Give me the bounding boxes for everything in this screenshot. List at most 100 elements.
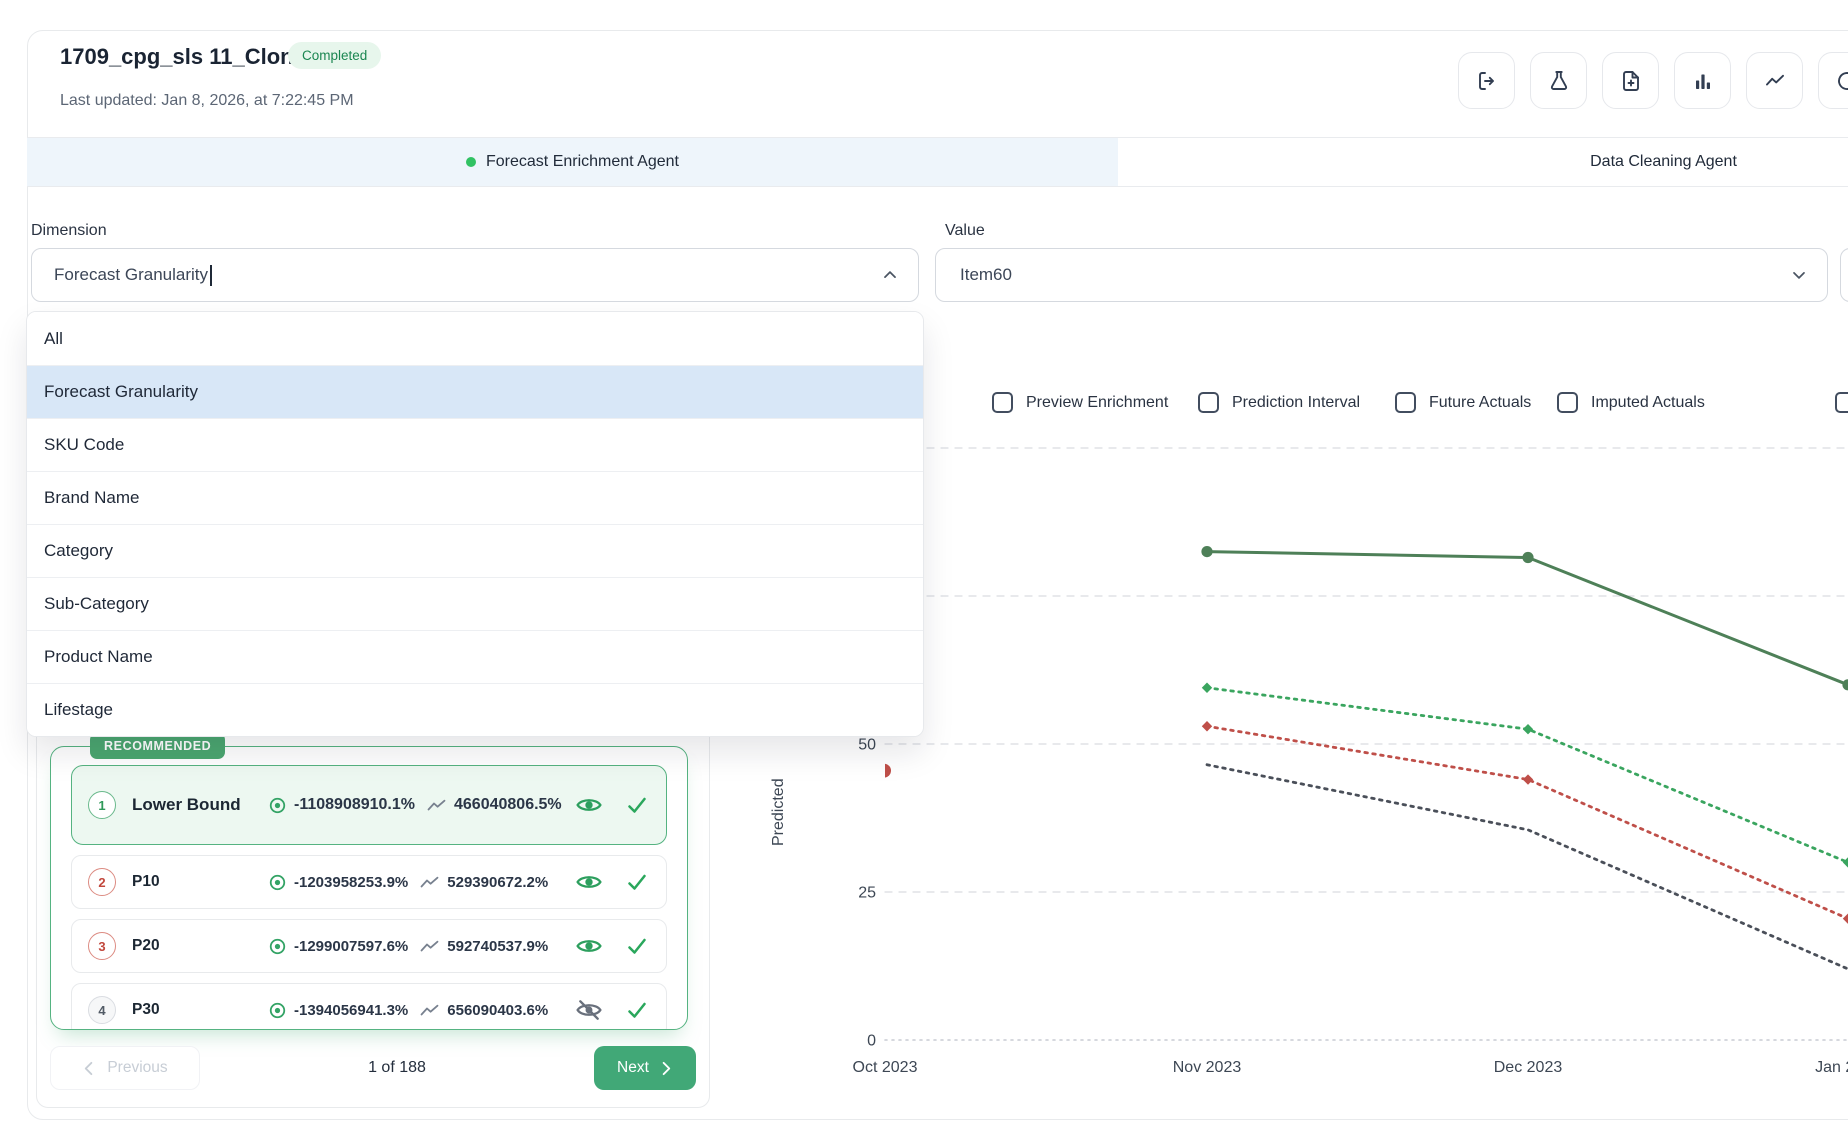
dropdown-option-sub-category[interactable]: Sub-Category [27, 577, 923, 630]
model-row-p30[interactable]: 4P30-1394056941.3%656090403.6% [71, 983, 667, 1030]
add-report-button[interactable] [1602, 52, 1659, 109]
x-tick-label: Dec 2023 [1494, 1059, 1563, 1076]
checkbox-box [992, 392, 1013, 413]
checkbox-preview-enrichment[interactable]: Preview Enrichment [992, 392, 1168, 413]
dropdown-option-category[interactable]: Category [27, 524, 923, 577]
eye-icon[interactable] [574, 936, 604, 956]
tab-label: Data Cleaning Agent [1590, 153, 1737, 171]
active-tab-dot-icon [466, 157, 476, 167]
checkbox-future-actuals[interactable]: Future Actuals [1395, 392, 1531, 413]
dimension-input-text: Forecast Granularity [54, 265, 208, 285]
dropdown-option-all[interactable]: All [27, 312, 923, 365]
eye-off-icon[interactable] [574, 1000, 604, 1020]
metric-2-value: 656090403.6% [447, 1002, 548, 1019]
series-dotted-red [1207, 726, 1848, 918]
target-icon [268, 796, 287, 815]
check-icon[interactable] [624, 1000, 650, 1020]
dropdown-option-lifestage[interactable]: Lifestage [27, 683, 923, 736]
status-badge: Completed [288, 42, 381, 69]
experiment-flask-button[interactable] [1530, 52, 1587, 109]
check-icon[interactable] [624, 936, 650, 956]
trend-icon [420, 939, 440, 954]
dropdown-option-brand-name[interactable]: Brand Name [27, 471, 923, 524]
model-list-container: 1Lower Bound-1108908910.1%466040806.5%2P… [50, 746, 688, 1030]
y-axis-title: Predicted [770, 736, 794, 846]
model-metrics: -1108908910.1%466040806.5% [268, 796, 566, 815]
series-solid-green-marker [1201, 546, 1212, 557]
checkbox-clipped[interactable] [1835, 392, 1848, 413]
toolbar [1458, 52, 1848, 109]
trend-line-button[interactable] [1746, 52, 1803, 109]
model-row-p10[interactable]: 2 P10 -1203958253.9% 529390672.2% [71, 855, 667, 909]
previous-button[interactable]: Previous [50, 1046, 200, 1090]
series-dotted-green-marker [1843, 857, 1848, 867]
x-tick-label: Oct 2023 [853, 1059, 918, 1076]
export-icon [1475, 69, 1499, 93]
tab-data-cleaning-agent[interactable]: Data Cleaning Agent [1118, 138, 1848, 186]
dropdown-option-sku-code[interactable]: SKU Code [27, 418, 923, 471]
model-metrics: -1394056941.3%656090403.6% [268, 1001, 566, 1020]
series-solid-green-marker [1522, 552, 1533, 563]
next-label: Next [617, 1059, 649, 1077]
chevron-right-icon [658, 1061, 673, 1076]
model-name: P30 [132, 1001, 268, 1019]
checkbox-box [1557, 392, 1578, 413]
trend-icon [420, 875, 440, 890]
checkbox-label: Future Actuals [1429, 394, 1531, 412]
refresh-button[interactable] [1818, 52, 1848, 109]
experiment-flask-icon [1547, 69, 1571, 93]
model-name: P10 [132, 873, 268, 891]
checkbox-imputed-actuals[interactable]: Imputed Actuals [1557, 392, 1705, 413]
value-select[interactable]: Item60 [935, 248, 1828, 302]
metric-1-value: -1203958253.9% [294, 874, 408, 891]
checkbox-label: Imputed Actuals [1591, 394, 1705, 412]
model-metrics: -1203958253.9% 529390672.2% [268, 873, 566, 892]
app-window: 1709_cpg_sls 11_Clone_5 Completed Last u… [0, 0, 1848, 1128]
model-row-lower-bound[interactable]: 1Lower Bound-1108908910.1%466040806.5% [71, 765, 667, 845]
checkbox-prediction-interval[interactable]: Prediction Interval [1198, 392, 1360, 413]
target-icon [268, 873, 287, 892]
rank-badge: 2 [88, 868, 116, 896]
metric-1-value: -1108908910.1% [294, 796, 415, 814]
y-tick-label: 50 [858, 737, 876, 754]
checkbox-box [1835, 392, 1848, 413]
check-icon[interactable] [624, 872, 650, 892]
y-tick-label: 0 [867, 1033, 876, 1050]
model-metrics: -1299007597.6% 592740537.9% [268, 937, 566, 956]
model-row-p20[interactable]: 3 P20 -1299007597.6% 592740537.9% [71, 919, 667, 973]
chevron-up-icon[interactable] [880, 265, 900, 285]
model-name: P20 [132, 937, 268, 955]
metric-2-value: 592740537.9% [447, 938, 548, 955]
metric-1-value: -1299007597.6% [294, 938, 408, 955]
metric-2-value: 529390672.2% [447, 874, 548, 891]
clipped-control[interactable] [1840, 248, 1848, 302]
export-button[interactable] [1458, 52, 1515, 109]
series-dotted-green-marker [1202, 683, 1212, 693]
chevron-down-icon[interactable] [1789, 265, 1809, 285]
dimension-label: Dimension [31, 222, 107, 240]
y-tick-label: 25 [858, 885, 876, 902]
forecast-chart: 02550Oct 2023Nov 2023Dec 2023Jan 2024 [820, 430, 1848, 1120]
bar-chart-button[interactable] [1674, 52, 1731, 109]
previous-label: Previous [107, 1059, 167, 1077]
checkbox-box [1395, 392, 1416, 413]
next-button[interactable]: Next [594, 1046, 696, 1090]
rank-badge: 1 [88, 791, 116, 819]
dropdown-option-forecast-granularity[interactable]: Forecast Granularity [27, 365, 923, 418]
dropdown-option-product-name[interactable]: Product Name [27, 630, 923, 683]
dimension-input[interactable]: Forecast Granularity [31, 248, 919, 302]
last-updated-text: Last updated: Jan 8, 2026, at 7:22:45 PM [60, 92, 354, 110]
series-dotted-gray [1207, 765, 1848, 969]
series-solid-green-marker [1842, 679, 1848, 690]
eye-icon[interactable] [574, 872, 604, 892]
eye-icon[interactable] [574, 795, 604, 815]
rank-badge: 3 [88, 932, 116, 960]
series-dotted-red-marker [1523, 774, 1533, 784]
target-icon [268, 937, 287, 956]
agent-tab-bar: Forecast Enrichment Agent Data Cleaning A… [27, 137, 1848, 187]
tab-forecast-enrichment-agent[interactable]: Forecast Enrichment Agent [27, 138, 1118, 186]
text-cursor [210, 265, 212, 286]
check-icon[interactable] [624, 795, 650, 815]
isolated-point [877, 764, 891, 778]
value-label: Value [945, 222, 985, 240]
